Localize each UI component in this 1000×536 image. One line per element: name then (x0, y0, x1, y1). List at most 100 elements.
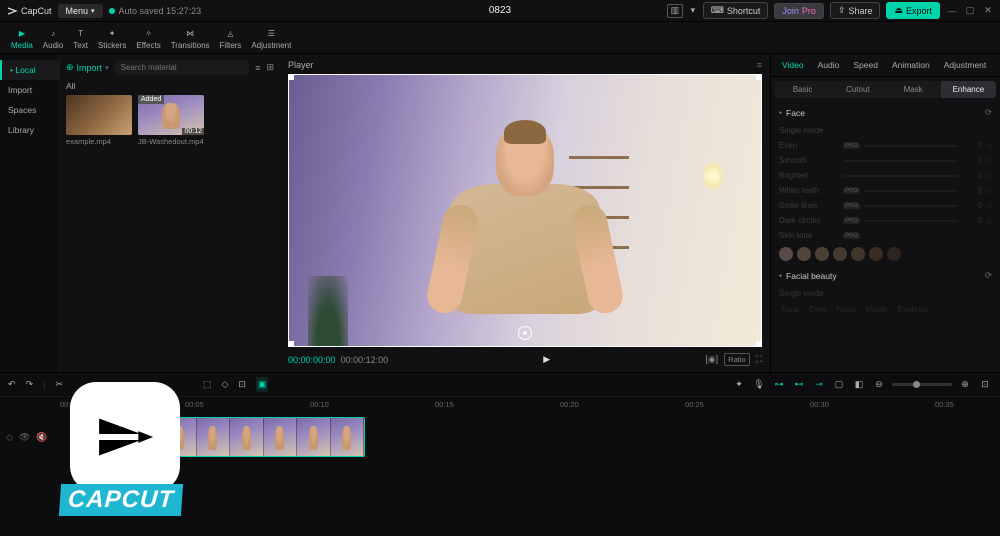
reset-icon[interactable]: ◇ (986, 171, 992, 180)
tab-audio[interactable]: ♪Audio (38, 26, 68, 53)
search-input[interactable] (115, 60, 250, 75)
media-thumb[interactable]: example.mp4 (66, 95, 132, 146)
resize-handle[interactable] (288, 74, 294, 80)
play-button[interactable]: ▶ (543, 354, 550, 365)
slider[interactable] (864, 220, 958, 222)
tab-adjustment[interactable]: ☰Adjustment (246, 26, 296, 53)
player-menu-icon[interactable]: ≡ (757, 60, 762, 70)
param-white-teeth[interactable]: White teethPRO0◇ (779, 183, 992, 198)
minimize-button[interactable]: — (946, 5, 958, 17)
join-pro-button[interactable]: Join Pro (774, 3, 824, 19)
link-icon[interactable]: ⊶ (772, 379, 786, 390)
param-smooth[interactable]: Smooth0◇ (779, 153, 992, 168)
param-skin-tone[interactable]: Skin tonePRO (779, 228, 992, 243)
export-button[interactable]: ⏏ Export (886, 2, 940, 19)
section-face[interactable]: Face⟳ (771, 102, 1000, 123)
preview-icon[interactable]: ▢ (832, 379, 846, 390)
time-ruler[interactable]: 00:00 00:05 00:10 00:15 00:20 00:25 00:3… (0, 397, 1000, 413)
sidebar-spaces[interactable]: Spaces (0, 100, 59, 120)
zoom-slider[interactable] (892, 383, 952, 386)
slider[interactable] (864, 145, 958, 147)
subtab-basic[interactable]: Basic (775, 81, 830, 98)
marker-tool[interactable]: ◇ (222, 379, 229, 390)
swatch[interactable] (887, 247, 901, 261)
magnet-icon[interactable]: ⊷ (792, 379, 806, 390)
sidebar-library[interactable]: Library (0, 120, 59, 140)
tab-stickers[interactable]: ✦Stickers (93, 26, 131, 53)
shortcut-button[interactable]: ⌨ Shortcut (703, 2, 769, 19)
ratio-button[interactable]: Ratio (724, 353, 750, 366)
sidebar-import[interactable]: Import (0, 80, 59, 100)
section-facial-beauty[interactable]: Facial beauty⟳ (771, 265, 1000, 286)
tab-transitions[interactable]: ⋈Transitions (166, 26, 215, 53)
subtab-enhance[interactable]: Enhance (941, 81, 996, 98)
insp-tab-video[interactable]: Video (775, 54, 811, 76)
insp-tab-adjustment[interactable]: Adjustment (937, 54, 994, 76)
swatch[interactable] (815, 247, 829, 261)
track-mute-icon[interactable]: 🔇 (36, 432, 47, 443)
insp-tab-animation[interactable]: Animation (885, 54, 937, 76)
video-clip[interactable] (95, 417, 365, 457)
swatch[interactable] (779, 247, 793, 261)
import-button[interactable]: ⊕Import▾ (66, 62, 109, 73)
beauty-tab-eyebrow[interactable]: Eyebrow (898, 305, 929, 314)
grid-icon[interactable]: ⊞ (266, 62, 274, 73)
resize-handle[interactable] (288, 341, 294, 347)
sort-icon[interactable]: ≡ (255, 63, 260, 73)
subtab-cutout[interactable]: Cutout (830, 81, 885, 98)
param-even[interactable]: EvenPRO0◇ (779, 138, 992, 153)
layout-dropdown-icon[interactable]: ▾ (689, 4, 697, 18)
filter-all[interactable]: All (66, 81, 274, 91)
ai-icon[interactable]: ✦ (732, 379, 746, 390)
maximize-button[interactable]: ▢ (964, 5, 976, 17)
zoom-in-icon[interactable]: ⊕ (958, 379, 972, 390)
track-icon[interactable]: ◧ (852, 379, 866, 390)
enhance-tool[interactable]: ▣ (256, 377, 269, 392)
tab-text[interactable]: TText (68, 26, 93, 53)
beauty-tab-eyes[interactable]: Eyes (809, 305, 827, 314)
slider[interactable] (843, 160, 958, 162)
reset-icon[interactable]: ◇ (986, 156, 992, 165)
track-visible-icon[interactable]: 👁 (19, 432, 30, 443)
beauty-tab-face[interactable]: Face (781, 305, 799, 314)
split-tool[interactable]: ✂ (55, 379, 63, 390)
param-brighten[interactable]: Brighten0◇ (779, 168, 992, 183)
layout-icon[interactable]: ▥ (667, 4, 683, 18)
swatch[interactable] (833, 247, 847, 261)
playhead[interactable] (95, 413, 96, 457)
reset-icon[interactable]: ◇ (986, 201, 992, 210)
reset-icon[interactable]: ◇ (986, 186, 992, 195)
slider[interactable] (864, 190, 958, 192)
zoom-out-icon[interactable]: ⊖ (872, 379, 886, 390)
resize-handle[interactable] (756, 74, 762, 80)
fullscreen-icon[interactable]: ⛶ (756, 354, 762, 365)
beauty-tab-mouth[interactable]: Mouth (865, 305, 887, 314)
tab-media[interactable]: ▶Media (6, 26, 38, 53)
slider[interactable] (843, 175, 958, 177)
mic-icon[interactable]: 🎙 (752, 379, 766, 390)
resize-handle[interactable] (756, 341, 762, 347)
insp-tab-audio[interactable]: Audio (811, 54, 847, 76)
crop-tool[interactable]: ⊡ (238, 379, 246, 390)
slider[interactable] (864, 205, 958, 207)
close-button[interactable]: ✕ (982, 5, 994, 17)
param-smile-lines[interactable]: Smile linesPRO0◇ (779, 198, 992, 213)
zoom-fit-icon[interactable]: ⊡ (978, 379, 992, 390)
reset-icon[interactable]: ◇ (986, 141, 992, 150)
redo-button[interactable]: ↷ (26, 379, 34, 390)
swatch[interactable] (797, 247, 811, 261)
sidebar-local[interactable]: • Local (0, 60, 59, 80)
subtab-mask[interactable]: Mask (886, 81, 941, 98)
reset-icon[interactable]: ◇ (986, 216, 992, 225)
tab-effects[interactable]: ✧Effects (131, 26, 165, 53)
beauty-tab-nose[interactable]: Nose (837, 305, 856, 314)
tab-filters[interactable]: ◬Filters (215, 26, 247, 53)
snap-icon[interactable]: ⊸ (812, 379, 826, 390)
share-button[interactable]: ⇪ Share (830, 2, 881, 19)
insp-tab-speed[interactable]: Speed (846, 54, 885, 76)
snapshot-icon[interactable]: [◉] (705, 354, 718, 365)
select-tool[interactable]: ⬚ (203, 379, 212, 390)
swatch[interactable] (869, 247, 883, 261)
swatch[interactable] (851, 247, 865, 261)
menu-button[interactable]: Menu▾ (58, 4, 103, 18)
